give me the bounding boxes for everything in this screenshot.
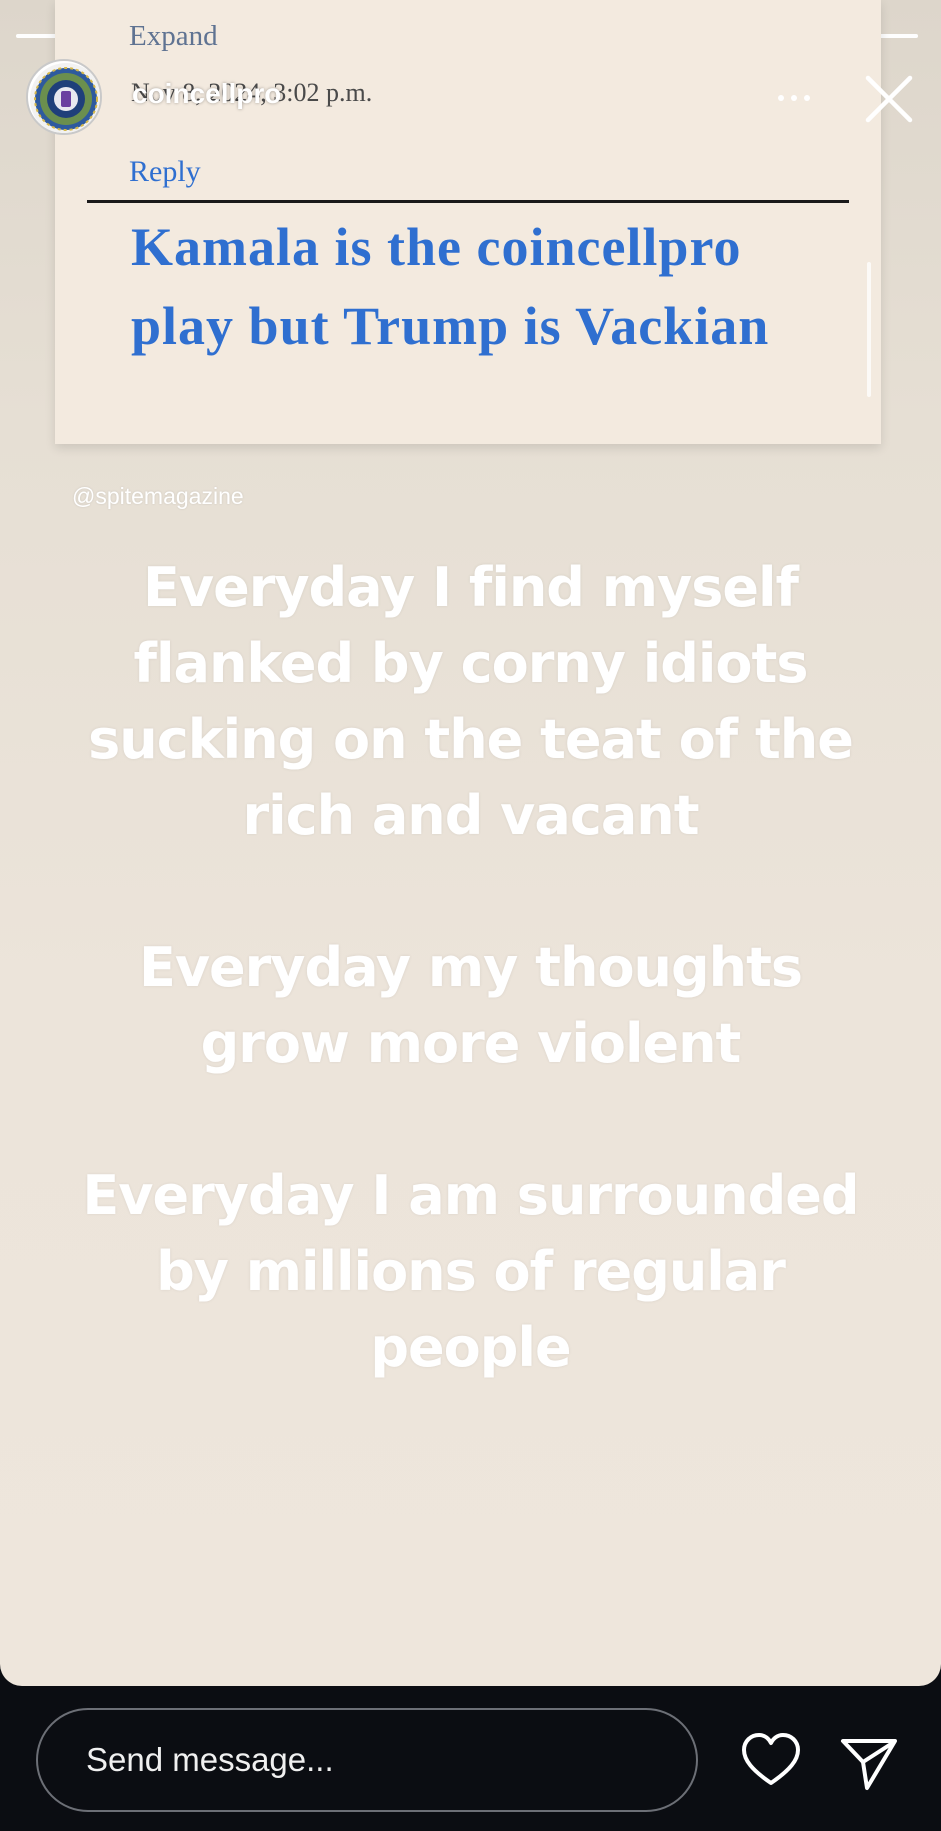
mention-sticker[interactable]: @spitemagazine: [72, 483, 244, 510]
like-button[interactable]: [738, 1728, 804, 1794]
heart-icon: [742, 1733, 800, 1785]
story-text: Everyday I find myself flanked by corny …: [60, 550, 881, 1386]
close-button[interactable]: [860, 70, 918, 128]
story-paragraph-3: Everyday I am surrounded by millions of …: [82, 1164, 859, 1379]
embedded-screenshot: Expand Nov 8, 2024, 3:02 p.m. Reply Kama…: [55, 0, 881, 444]
reply-link: Reply: [129, 155, 201, 188]
comment-headline: Kamala is the coincellpro play but Trump…: [131, 217, 770, 356]
card-scrollbar: [867, 262, 871, 397]
story-paragraph-1: Everyday I find myself flanked by corny …: [88, 556, 854, 847]
send-icon: [841, 1739, 897, 1790]
divider: [87, 200, 849, 203]
more-horizontal-icon: [778, 95, 784, 101]
send-message-input[interactable]: [36, 1708, 698, 1812]
avatar[interactable]: [26, 59, 102, 135]
story-frame[interactable]: Expand Nov 8, 2024, 3:02 p.m. Reply Kama…: [0, 0, 941, 1686]
more-options-button[interactable]: [764, 78, 824, 118]
close-icon: [865, 75, 913, 123]
send-button[interactable]: [836, 1730, 902, 1796]
story-paragraph-2: Everyday my thoughts grow more violent: [138, 936, 803, 1075]
username[interactable]: coincellpro: [132, 78, 281, 110]
expand-link: Expand: [129, 20, 218, 52]
